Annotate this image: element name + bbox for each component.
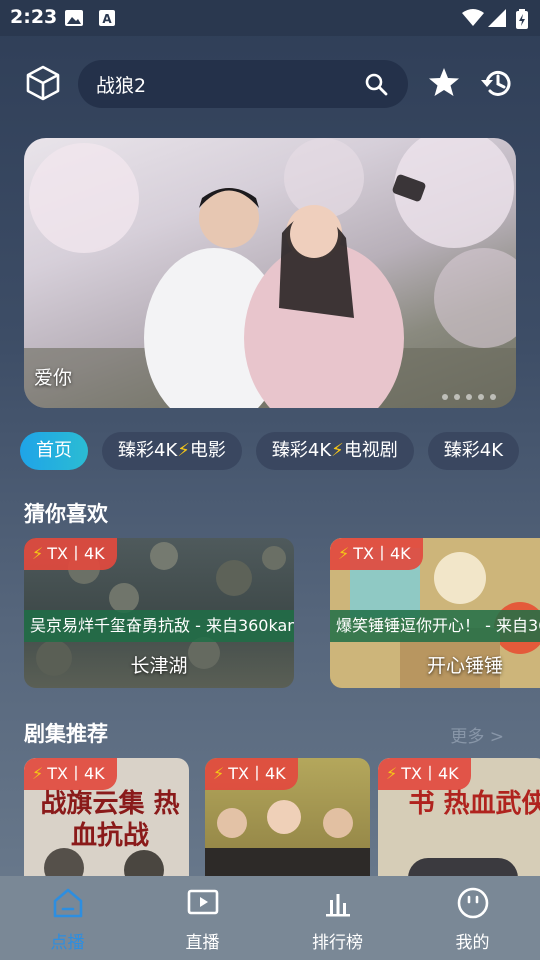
nav-item-live[interactable]: 直播 bbox=[135, 876, 270, 960]
image-notification-icon bbox=[65, 10, 83, 26]
badge-label: TX丨4K bbox=[47, 764, 105, 783]
tab-label-prefix: 臻彩4K bbox=[443, 440, 504, 461]
carousel-dot[interactable] bbox=[466, 394, 472, 400]
search-input[interactable] bbox=[96, 60, 356, 108]
card-title: 长津湖 bbox=[130, 655, 188, 677]
bolt-icon: ⚡ bbox=[331, 440, 344, 461]
home-icon bbox=[53, 888, 82, 918]
status-bar: 2:23 A bbox=[0, 0, 540, 36]
profile-icon bbox=[457, 887, 488, 919]
quality-badge: ⚡ TX丨4K bbox=[205, 758, 298, 790]
badge-label: TX丨4K bbox=[353, 544, 411, 563]
series-card[interactable]: ⚡ TX丨4K bbox=[205, 758, 370, 888]
nav-label: 我的 bbox=[455, 933, 490, 953]
carousel-dots[interactable] bbox=[442, 394, 496, 400]
status-time: 2:23 bbox=[10, 6, 58, 28]
bolt-icon: ⚡ bbox=[32, 544, 44, 563]
poster-text: 战旗云集 热血抗战 bbox=[40, 789, 180, 851]
banner-title: 爱你 bbox=[34, 367, 73, 389]
history-icon[interactable] bbox=[480, 66, 514, 100]
tab-4k-more[interactable]: 臻彩4K bbox=[427, 432, 520, 470]
search-bar[interactable] bbox=[78, 60, 408, 108]
quality-badge: ⚡ TX丨4K bbox=[24, 538, 117, 570]
quality-badge: ⚡ TX丨4K bbox=[378, 758, 471, 790]
tab-label-prefix: 臻彩4K bbox=[118, 440, 178, 461]
favorite-star-icon[interactable] bbox=[428, 66, 460, 98]
bolt-icon: ⚡ bbox=[32, 764, 44, 783]
bolt-icon: ⚡ bbox=[213, 764, 225, 783]
carousel-dot[interactable] bbox=[454, 394, 460, 400]
more-link[interactable]: 更多 > bbox=[450, 722, 504, 747]
carousel-dot[interactable] bbox=[442, 394, 448, 400]
tab-label-prefix: 臻彩4K bbox=[271, 440, 332, 461]
guess-card[interactable]: ⚡ TX丨4K 吴京易烊千玺奋勇抗敌 - 来自360kan 长津湖 bbox=[24, 538, 294, 688]
section-title-series: 剧集推荐 bbox=[24, 722, 108, 746]
poster-figure bbox=[217, 808, 247, 838]
tv-play-icon bbox=[187, 889, 218, 915]
wifi-icon bbox=[462, 9, 484, 26]
bolt-icon: ⚡ bbox=[177, 440, 190, 461]
section-title-guess: 猜你喜欢 bbox=[24, 502, 108, 526]
nav-label: 直播 bbox=[185, 933, 220, 953]
poster-figure bbox=[323, 808, 353, 838]
carousel-dot[interactable] bbox=[478, 394, 484, 400]
nav-item-profile[interactable]: 我的 bbox=[405, 876, 540, 960]
nav-label: 点播 bbox=[50, 933, 85, 953]
guess-card[interactable]: ⚡TX丨4K 爆笑锤锤逗你开心！ - 来自360kan 开心锤锤 bbox=[330, 538, 540, 688]
bottom-navigation: 点播 直播 排行榜 我的 bbox=[0, 876, 540, 960]
bolt-icon: ⚡ bbox=[386, 764, 398, 783]
hero-banner[interactable]: 爱你 bbox=[24, 138, 516, 408]
nav-item-vod[interactable]: 点播 bbox=[0, 876, 135, 960]
series-card[interactable]: 战旗云集 热血抗战 ⚡ TX丨4K bbox=[24, 758, 189, 888]
tab-4k-tv-series[interactable]: 臻彩4K⚡电视剧 bbox=[255, 432, 414, 470]
battery-charging-icon bbox=[516, 9, 528, 29]
nav-label: 排行榜 bbox=[312, 933, 363, 953]
svg-text:A: A bbox=[102, 12, 112, 26]
nav-item-ranking[interactable]: 排行榜 bbox=[270, 876, 405, 960]
quality-badge: ⚡ TX丨4K bbox=[24, 758, 117, 790]
cellular-signal-icon bbox=[488, 9, 506, 27]
carousel-dot[interactable] bbox=[490, 394, 496, 400]
badge-label: TX丨4K bbox=[228, 764, 286, 783]
card-subtitle: 爆笑锤锤逗你开心！ - 来自360kan bbox=[330, 610, 540, 642]
card-title: 开心锤锤 bbox=[426, 655, 503, 677]
bolt-icon: ⚡ bbox=[338, 544, 350, 563]
tab-home[interactable]: 首页 bbox=[20, 432, 88, 470]
badge-label: TX丨4K bbox=[47, 544, 105, 563]
search-icon[interactable] bbox=[364, 72, 388, 96]
quality-badge: ⚡ TX丨4K bbox=[330, 538, 423, 570]
series-card[interactable]: 书 热血武侠 ⚡ TX丨4K bbox=[378, 758, 540, 888]
chart-icon bbox=[325, 894, 350, 917]
category-tabs: 首页 臻彩4K⚡电影 臻彩4K⚡电视剧 臻彩4K bbox=[20, 432, 540, 472]
keyboard-notification-icon: A bbox=[99, 10, 115, 26]
tab-label-suffix: 电影 bbox=[189, 440, 226, 461]
badge-label: TX丨4K bbox=[401, 764, 459, 783]
poster-text: 书 热血武侠 bbox=[408, 789, 540, 819]
tab-4k-movies[interactable]: 臻彩4K⚡电影 bbox=[102, 432, 242, 470]
poster-figure bbox=[267, 800, 301, 834]
tab-label-suffix: 电视剧 bbox=[343, 440, 398, 461]
card-subtitle: 吴京易烊千玺奋勇抗敌 - 来自360kan bbox=[24, 610, 294, 642]
banner-image bbox=[24, 138, 516, 408]
cube-logo-icon[interactable] bbox=[24, 64, 62, 102]
